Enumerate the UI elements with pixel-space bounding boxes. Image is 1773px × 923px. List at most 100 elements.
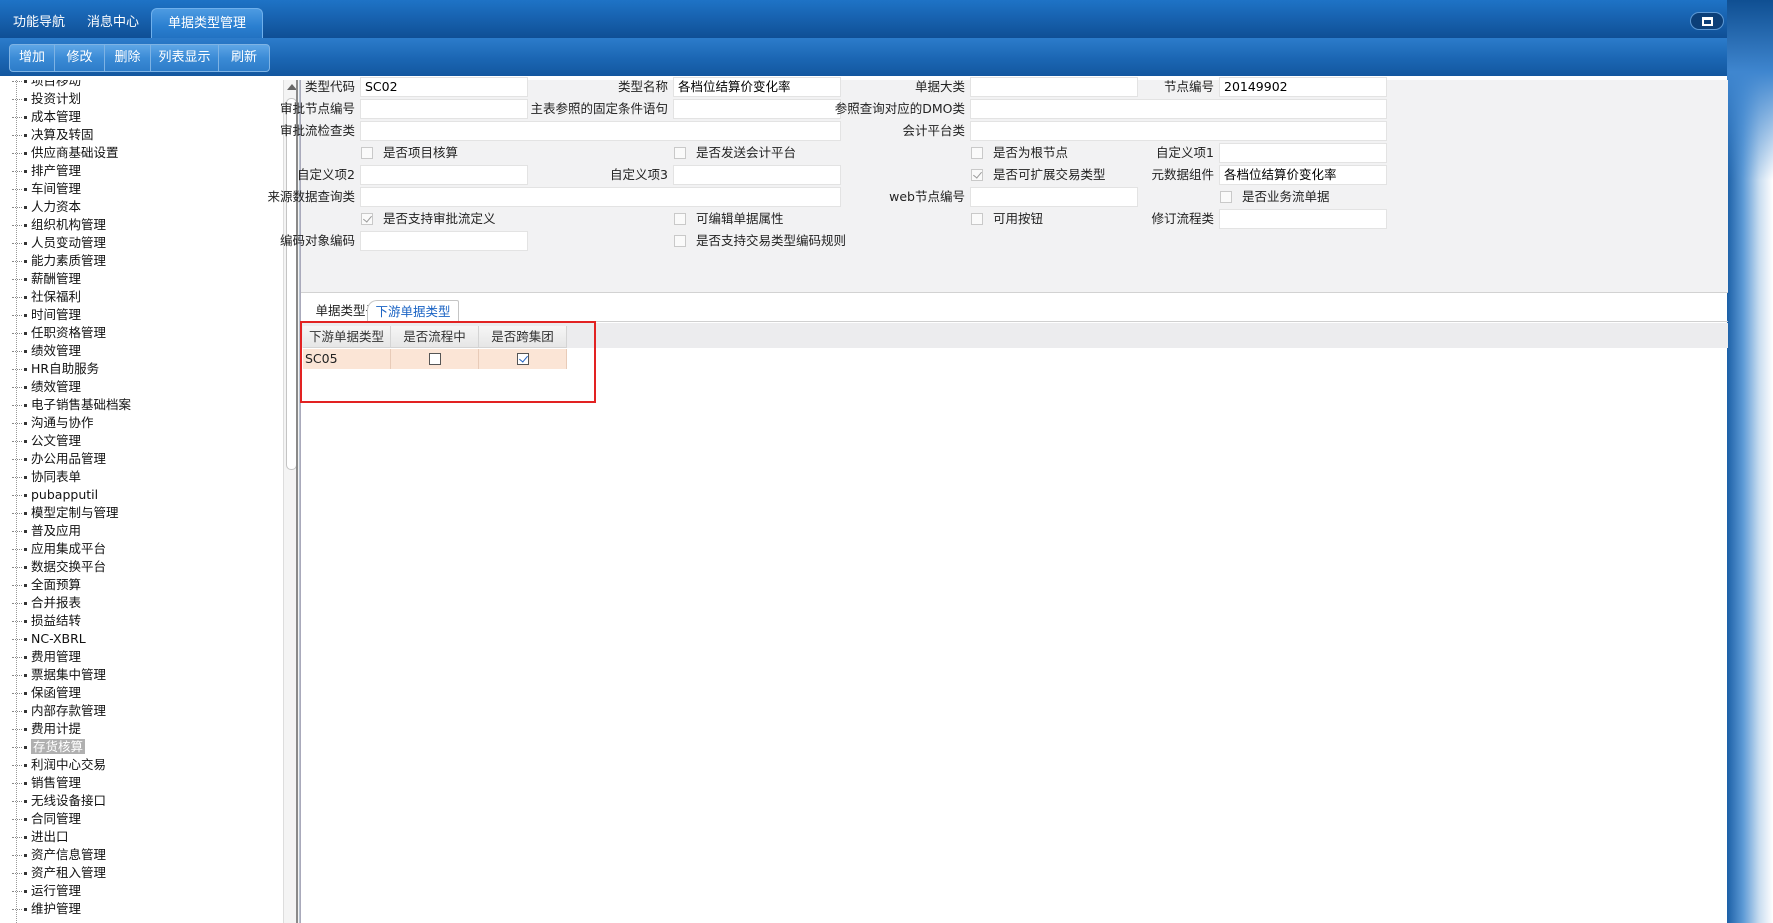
tree-item[interactable]: 成本管理 [12, 108, 81, 126]
tree-item[interactable]: 项目移动 [12, 80, 81, 90]
checkbox-icon[interactable] [971, 213, 983, 225]
tree-item[interactable]: 公文管理 [12, 432, 81, 450]
encode-object-field[interactable] [360, 231, 528, 251]
extend-trade-checkbox[interactable]: 是否可扩展交易类型 [971, 165, 1106, 185]
editable-attr-checkbox[interactable]: 可编辑单据属性 [674, 209, 784, 229]
ref-query-dmo-field[interactable] [970, 99, 1387, 119]
tree-item[interactable]: 模型定制与管理 [12, 504, 119, 522]
tree-connector [12, 729, 22, 730]
send-accounting-checkbox[interactable]: 是否发送会计平台 [674, 143, 796, 163]
tree-item[interactable]: 任职资格管理 [12, 324, 106, 342]
tree-item[interactable]: 普及应用 [12, 522, 81, 540]
checkbox-icon[interactable] [1220, 191, 1232, 203]
approve-flow-check-field[interactable] [360, 121, 841, 141]
tree-item[interactable]: 费用计提 [12, 720, 81, 738]
tree-item[interactable]: 能力素质管理 [12, 252, 106, 270]
list-view-button[interactable]: 列表显示 [151, 45, 219, 71]
refresh-button[interactable]: 刷新 [219, 45, 269, 71]
tree-connector [12, 891, 22, 892]
tree-item[interactable]: 资产信息管理 [12, 846, 106, 864]
tree-item[interactable]: 办公用品管理 [12, 450, 106, 468]
tree-item[interactable]: 绩效管理 [12, 342, 81, 360]
support-approve-def-checkbox[interactable]: 是否支持审批流定义 [361, 209, 496, 229]
tree-item[interactable]: NC-XBRL [12, 630, 86, 648]
tree-item[interactable]: 决算及转固 [12, 126, 94, 144]
checkbox-icon[interactable] [361, 147, 373, 159]
tree-item[interactable]: 合并报表 [12, 594, 81, 612]
tree-item[interactable]: 票据集中管理 [12, 666, 106, 684]
tree-item[interactable]: 合同管理 [12, 810, 81, 828]
web-node-field[interactable] [970, 187, 1138, 207]
business-flow-checkbox[interactable]: 是否业务流单据 [1220, 187, 1330, 207]
source-query-field[interactable] [360, 187, 841, 207]
bill-category-field[interactable] [970, 77, 1138, 97]
tree-item[interactable]: 排产管理 [12, 162, 81, 180]
tree-connector [12, 189, 22, 190]
checkbox-icon[interactable] [674, 147, 686, 159]
custom2-field[interactable] [360, 165, 528, 185]
support-trade-encode-checkbox[interactable]: 是否支持交易类型编码规则 [674, 231, 846, 251]
add-button[interactable]: 增加 [10, 45, 55, 71]
project-check-checkbox[interactable]: 是否项目核算 [361, 143, 458, 163]
tree-item[interactable]: HR自助服务 [12, 360, 99, 378]
custom1-field[interactable] [1219, 143, 1387, 163]
tree-item[interactable]: 协同表单 [12, 468, 81, 486]
tab-function-nav[interactable]: 功能导航 [8, 8, 70, 38]
checkbox-icon[interactable] [971, 147, 983, 159]
tree-item[interactable]: 内部存款管理 [12, 702, 106, 720]
tree-item[interactable]: 薪酬管理 [12, 270, 81, 288]
node-code-field[interactable]: 20149902 [1219, 77, 1387, 97]
checkbox-icon[interactable] [361, 213, 373, 225]
checkbox-icon[interactable] [971, 169, 983, 181]
tree-item[interactable]: 电子销售基础档案 [12, 396, 131, 414]
tree-item[interactable]: 绩效管理 [12, 378, 81, 396]
tree-item[interactable]: 保函管理 [12, 684, 81, 702]
tree-item[interactable]: 全面预算 [12, 576, 81, 594]
tree-item[interactable]: 资产租入管理 [12, 864, 106, 882]
type-code-field[interactable]: SC02 [360, 77, 528, 97]
tree-item[interactable]: 供应商基础设置 [12, 144, 119, 162]
tree-item[interactable]: 销售管理 [12, 774, 81, 792]
tree-item[interactable]: 时间管理 [12, 306, 81, 324]
tree-item[interactable]: 利润中心交易 [12, 756, 106, 774]
tree-item[interactable]: 维护管理 [12, 900, 81, 918]
tab-bill-type-management[interactable]: 单据类型管理 [151, 8, 263, 38]
tree-item[interactable]: 进出口 [12, 828, 69, 846]
tree-item[interactable]: 沟通与协作 [12, 414, 94, 432]
tab-message-center[interactable]: 消息中心 [82, 8, 144, 38]
tree-item[interactable]: 运行管理 [12, 882, 81, 900]
tree-item[interactable]: 人力资本 [12, 198, 81, 216]
tree-item[interactable]: 应用集成平台 [12, 540, 106, 558]
checkbox-icon[interactable] [674, 235, 686, 247]
tree-item[interactable]: 费用管理 [12, 648, 81, 666]
main-ref-condition-field[interactable] [673, 99, 841, 119]
maximize-button[interactable] [1690, 12, 1724, 30]
tab-downstream-bill-type[interactable]: 下游单据类型 [367, 300, 459, 322]
tree-item[interactable]: 投资计划 [12, 90, 81, 108]
meta-component-field[interactable]: 各档位结算价变化率 [1219, 165, 1387, 185]
tree-item-label: 运行管理 [31, 883, 82, 898]
tree-bullet-icon [24, 530, 27, 533]
tree-item[interactable]: 存货核算 [12, 738, 86, 756]
accounting-platform-field[interactable] [970, 121, 1387, 141]
tree-item[interactable]: 人员变动管理 [12, 234, 106, 252]
tree-item[interactable]: 组织机构管理 [12, 216, 106, 234]
tree-item[interactable]: 损益结转 [12, 612, 81, 630]
tree-item[interactable]: 车间管理 [12, 180, 81, 198]
delete-button[interactable]: 删除 [105, 45, 151, 71]
tree-connector [12, 909, 22, 910]
type-name-field[interactable]: 各档位结算价变化率 [673, 77, 841, 97]
tree-item[interactable]: 社保福利 [12, 288, 81, 306]
tree-item-label: 薪酬管理 [31, 271, 82, 286]
custom3-field[interactable] [673, 165, 841, 185]
tree-item[interactable]: pubapputil [12, 486, 98, 504]
root-node-checkbox[interactable]: 是否为根节点 [971, 143, 1068, 163]
tree-item[interactable]: 无线设备接口 [12, 792, 106, 810]
tree-connector [12, 657, 22, 658]
revise-flow-field[interactable] [1219, 209, 1387, 229]
approve-node-field[interactable] [360, 99, 528, 119]
checkbox-icon[interactable] [674, 213, 686, 225]
edit-button[interactable]: 修改 [55, 45, 105, 71]
available-button-checkbox[interactable]: 可用按钮 [971, 209, 1043, 229]
tree-item[interactable]: 数据交换平台 [12, 558, 106, 576]
